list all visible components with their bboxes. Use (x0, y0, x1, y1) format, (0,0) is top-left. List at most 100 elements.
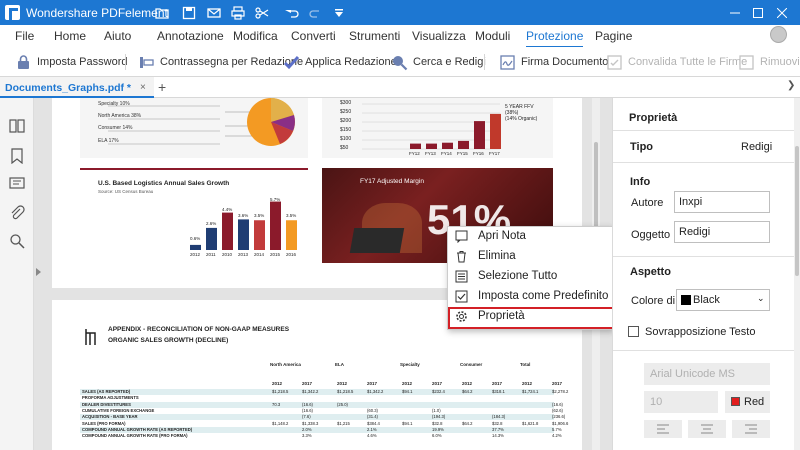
sovrapposizione-checkbox[interactable] (628, 326, 639, 337)
menu-protezione[interactable]: Protezione (526, 29, 584, 48)
info-heading: Info (630, 176, 651, 188)
scissors-icon[interactable] (253, 4, 270, 21)
menu-item-elimina[interactable]: Elimina (448, 247, 614, 267)
x-tick: 2010 (222, 252, 233, 257)
avatar[interactable] (770, 26, 787, 43)
table-cell: $32.8 (492, 420, 503, 426)
menu-converti[interactable]: Converti (291, 29, 336, 43)
divider (613, 256, 795, 257)
maximize-icon[interactable] (748, 3, 768, 22)
menu-moduli[interactable]: Moduli (475, 29, 510, 43)
close-window-icon[interactable] (772, 3, 792, 22)
data-label: 3.6% (238, 213, 249, 218)
table-cell: 70.3 (272, 401, 281, 407)
undo-icon[interactable] (283, 4, 300, 21)
font-size-select[interactable]: 10 (644, 391, 718, 413)
contrassegna-button[interactable]: Contrassegna per Redazione (138, 53, 303, 71)
search-icon[interactable] (9, 233, 25, 249)
table-cell: $1,342.2 (302, 389, 319, 394)
convalida-firme-button[interactable]: Convalida Tutte le Firme (606, 53, 747, 71)
open-folder-icon[interactable] (153, 4, 170, 21)
imposta-password-button[interactable]: Imposta Password (15, 53, 127, 71)
note-icon (455, 230, 468, 243)
pie-legend-item: Specialty 10% (98, 101, 130, 107)
applica-redazione-button[interactable]: Applica Redazione (283, 53, 397, 71)
align-center-button[interactable] (688, 420, 726, 438)
cerca-redigi-button[interactable]: Cerca e Redigi (391, 53, 486, 71)
table-cell: $32.8 (432, 420, 443, 426)
autore-field[interactable]: Inxpi (674, 191, 770, 213)
properties-heading: Proprietà (629, 112, 678, 124)
menu-item-apri-nota[interactable]: Apri Nota (448, 227, 614, 247)
y-tick: $50 (340, 145, 349, 151)
checkbox-check-icon (455, 290, 468, 303)
pie-legend-item: Consumer 14% (98, 125, 133, 131)
collapse-panel-icon[interactable]: ❯ (787, 80, 795, 91)
ribbon-separator (125, 54, 126, 70)
align-left-button[interactable] (644, 420, 682, 438)
logistics-chart-card: U.S. Based Logistics Annual Sales Growth… (80, 168, 308, 263)
menu-bar: File Home Aiuto Annotazione Modifica Con… (0, 25, 800, 48)
table-year-header: 2012 (272, 381, 283, 386)
font-select[interactable]: Arial Unicode MS (644, 363, 770, 385)
ribbon-toolbar: Imposta Password Contrassegna per Redazi… (0, 47, 800, 77)
properties-scroll-thumb[interactable] (795, 146, 799, 276)
context-menu: Apri Nota Elimina Selezione Tutto Impost… (447, 226, 614, 330)
bar (238, 219, 249, 250)
bar (206, 227, 217, 250)
menu-home[interactable]: Home (54, 29, 86, 43)
bookmark-icon[interactable] (9, 148, 25, 165)
table-cell: $384.4 (367, 420, 380, 426)
menu-pagine[interactable]: Pagine (595, 29, 632, 43)
mark-redaction-icon (140, 56, 154, 68)
customize-toolbar-icon[interactable] (330, 4, 347, 21)
colore-select[interactable]: Black ⌄ (676, 289, 770, 311)
table-cell: (1.0) (432, 407, 441, 413)
table-cell: (194.3) (432, 414, 446, 420)
firma-documento-button[interactable]: Firma Documento (499, 53, 608, 71)
table-year-header: 2017 (552, 381, 563, 386)
email-icon[interactable] (205, 4, 222, 21)
menu-annotazione[interactable]: Annotazione (157, 29, 224, 43)
menu-item-selezione-tutto[interactable]: Selezione Tutto (448, 267, 614, 287)
comment-icon[interactable] (9, 176, 25, 192)
thumbnails-icon[interactable] (9, 118, 25, 134)
menu-modifica[interactable]: Modifica (233, 29, 278, 43)
redo-icon[interactable] (307, 4, 324, 21)
table-cell: $1,215 (337, 420, 350, 426)
print-icon[interactable] (229, 4, 246, 21)
menu-aiuto[interactable]: Aiuto (104, 29, 131, 43)
bar (270, 201, 281, 250)
text-color-select[interactable]: Red (725, 391, 770, 413)
menu-item-proprieta[interactable]: Proprietà (448, 307, 614, 329)
menu-item-imposta-predefinito[interactable]: Imposta come Predefinito (448, 287, 614, 307)
table-cell: $94.1 (402, 389, 413, 394)
document-tab[interactable]: Documents_Graphs.pdf * × (0, 77, 154, 98)
divider (613, 130, 795, 131)
bar (442, 142, 453, 149)
attachment-icon[interactable] (9, 205, 25, 221)
table-cell: (16.6) (552, 401, 563, 407)
table-cell: $232.4 (432, 389, 445, 394)
x-tick: 2011 (206, 252, 216, 257)
properties-scrollbar[interactable] (794, 98, 800, 450)
align-right-button[interactable] (732, 420, 770, 438)
table-group-header: Consumer (460, 362, 483, 367)
pie-legend-item: ELA 17% (98, 138, 119, 144)
rimuovi-button[interactable]: Rimuovi (738, 53, 800, 71)
menu-visualizza[interactable]: Visualizza (412, 29, 466, 43)
menu-file[interactable]: File (15, 29, 34, 43)
expand-sidebar-icon[interactable] (36, 268, 41, 276)
table-cell: 2.1% (367, 426, 377, 432)
data-label: 2.6% (206, 221, 217, 226)
table-year-header: 2012 (402, 381, 413, 386)
close-tab-icon[interactable]: × (140, 82, 146, 93)
oggetto-field[interactable]: Redigi (674, 221, 770, 243)
data-label: 3.5% (286, 213, 297, 218)
x-tick: FY13 (425, 151, 436, 156)
save-icon[interactable] (180, 4, 197, 21)
add-tab-button[interactable]: + (158, 79, 166, 95)
menu-strumenti[interactable]: Strumenti (349, 29, 400, 43)
table-cell: $64.2 (462, 389, 473, 394)
minimize-icon[interactable] (725, 3, 745, 22)
